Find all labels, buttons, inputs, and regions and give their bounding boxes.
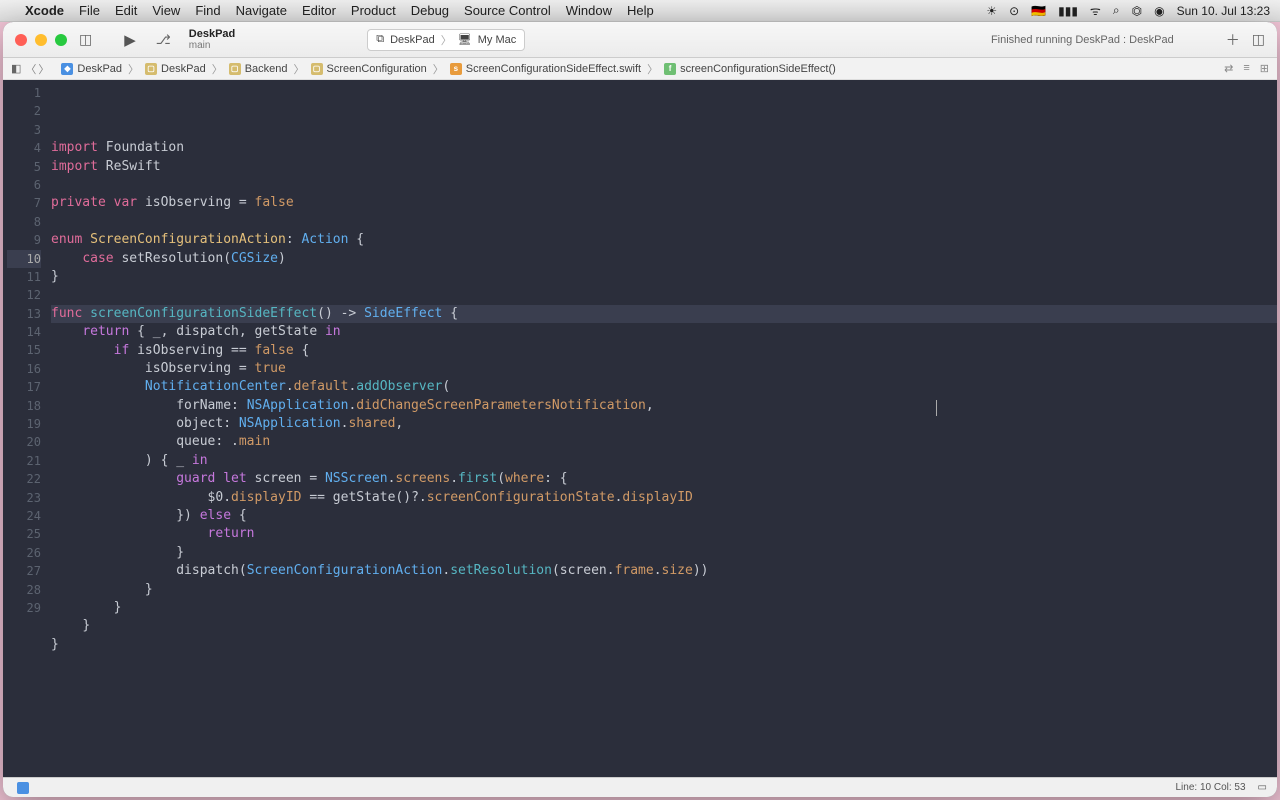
code-line[interactable]: private var isObserving = false bbox=[51, 194, 1277, 212]
wifi-icon[interactable]: ᯤ bbox=[1090, 2, 1101, 19]
siri-icon[interactable]: ◉ bbox=[1154, 4, 1164, 18]
target-device: My Mac bbox=[478, 34, 517, 46]
breadcrumb-folder[interactable]: ▢Backend bbox=[229, 63, 288, 75]
scheme-selector[interactable]: DeskPad main bbox=[189, 28, 235, 51]
flag-icon[interactable]: 🇩🇪 bbox=[1031, 4, 1046, 18]
mac-menubar: Xcode File Edit View Find Navigate Edito… bbox=[0, 0, 1280, 22]
code-line[interactable]: guard let screen = NSScreen.screens.firs… bbox=[51, 470, 1277, 488]
toolbar: ◫ ▶ ⎇ DeskPad main ⧉ DeskPad 〉 🖥 My Mac … bbox=[3, 22, 1277, 58]
minimize-button[interactable] bbox=[35, 34, 47, 46]
app-icon: ⧉ bbox=[376, 33, 384, 46]
menu-window[interactable]: Window bbox=[566, 3, 612, 18]
menu-find[interactable]: Find bbox=[195, 3, 220, 18]
menu-product[interactable]: Product bbox=[351, 3, 396, 18]
code-line[interactable]: ) { _ in bbox=[51, 452, 1277, 470]
code-line[interactable]: } bbox=[51, 268, 1277, 286]
add-editor-icon[interactable]: ⊞ bbox=[1260, 62, 1269, 75]
code-editor[interactable]: 1234567891011121314151617181920212223242… bbox=[3, 80, 1277, 777]
breadcrumb-folder-2[interactable]: ▢ScreenConfiguration bbox=[311, 63, 427, 75]
target-app: DeskPad bbox=[390, 34, 435, 46]
menu-help[interactable]: Help bbox=[627, 3, 654, 18]
code-line[interactable] bbox=[51, 213, 1277, 231]
add-tab-icon[interactable]: ＋ bbox=[1226, 30, 1240, 50]
bottom-bar: Line: 10 Col: 53 ▭ bbox=[3, 777, 1277, 797]
code-line[interactable] bbox=[51, 176, 1277, 194]
code-line[interactable]: return bbox=[51, 525, 1277, 543]
code-line[interactable]: forName: NSApplication.didChangeScreenPa… bbox=[51, 397, 1277, 415]
code-line[interactable]: queue: .main bbox=[51, 433, 1277, 451]
menu-edit[interactable]: Edit bbox=[115, 3, 137, 18]
code-line[interactable]: dispatch(ScreenConfigurationAction.setRe… bbox=[51, 562, 1277, 580]
code-line[interactable]: } bbox=[51, 599, 1277, 617]
scheme-title: DeskPad bbox=[189, 28, 235, 40]
line-gutter: 1234567891011121314151617181920212223242… bbox=[3, 80, 51, 777]
close-button[interactable] bbox=[15, 34, 27, 46]
device-icon: 🖥 bbox=[458, 33, 472, 46]
xcode-window: ◫ ▶ ⎇ DeskPad main ⧉ DeskPad 〉 🖥 My Mac … bbox=[3, 22, 1277, 797]
code-area[interactable]: import Foundationimport ReSwift private v… bbox=[51, 80, 1277, 777]
sidebar-toggle-icon[interactable]: ◫ bbox=[79, 31, 92, 48]
code-line[interactable]: enum ScreenConfigurationAction: Action { bbox=[51, 231, 1277, 249]
breadcrumb-symbol[interactable]: fscreenConfigurationSideEffect() bbox=[664, 63, 836, 75]
window-controls bbox=[15, 34, 67, 46]
back-button[interactable]: 〈 bbox=[25, 61, 36, 77]
code-line[interactable]: object: NSApplication.shared, bbox=[51, 415, 1277, 433]
scheme-branch: main bbox=[189, 40, 235, 51]
code-line[interactable]: $0.displayID == getState()?.screenConfig… bbox=[51, 489, 1277, 507]
timer-icon[interactable]: ⊙ bbox=[1009, 4, 1019, 18]
code-line[interactable]: case setResolution(CGSize) bbox=[51, 250, 1277, 268]
related-items-icon[interactable]: ◧ bbox=[11, 62, 21, 75]
code-line[interactable]: isObserving = true bbox=[51, 360, 1277, 378]
branch-icon[interactable]: ⎇ bbox=[156, 32, 171, 48]
code-line[interactable]: import Foundation bbox=[51, 139, 1277, 157]
library-icon[interactable]: ◫ bbox=[1252, 31, 1265, 48]
adjust-editor-icon[interactable]: ≡ bbox=[1243, 62, 1249, 75]
code-line[interactable]: } bbox=[51, 581, 1277, 599]
code-line[interactable]: }) else { bbox=[51, 507, 1277, 525]
menu-source-control[interactable]: Source Control bbox=[464, 3, 551, 18]
brightness-icon[interactable]: ☀ bbox=[986, 4, 997, 18]
breadcrumb-file[interactable]: sScreenConfigurationSideEffect.swift bbox=[450, 63, 641, 75]
code-line[interactable]: } bbox=[51, 544, 1277, 562]
menu-debug[interactable]: Debug bbox=[411, 3, 449, 18]
code-line[interactable]: func screenConfigurationSideEffect() -> … bbox=[51, 305, 1277, 323]
code-line[interactable]: import ReSwift bbox=[51, 158, 1277, 176]
bottom-panel-icon[interactable]: ▭ bbox=[1258, 782, 1267, 793]
code-line[interactable]: } bbox=[51, 636, 1277, 654]
search-icon[interactable]: ⌕ bbox=[1113, 3, 1120, 18]
menu-navigate[interactable]: Navigate bbox=[236, 3, 287, 18]
code-line[interactable]: } bbox=[51, 617, 1277, 635]
debug-area-toggle-icon[interactable] bbox=[17, 782, 29, 794]
activity-status: Finished running DeskPad : DeskPad bbox=[991, 34, 1174, 46]
code-line[interactable]: if isObserving == false { bbox=[51, 342, 1277, 360]
jump-bar: ◧ 〈 〉 ◆DeskPad 〉 ▢DeskPad 〉 ▢Backend 〉 ▢… bbox=[3, 58, 1277, 80]
forward-button[interactable]: 〉 bbox=[38, 61, 49, 77]
battery-icon[interactable]: ▮▮▮ bbox=[1058, 4, 1078, 18]
code-line[interactable]: return { _, dispatch, getState in bbox=[51, 323, 1277, 341]
menu-editor[interactable]: Editor bbox=[302, 3, 336, 18]
code-line[interactable] bbox=[51, 286, 1277, 304]
text-cursor-icon bbox=[936, 400, 937, 416]
breadcrumb-group[interactable]: ▢DeskPad bbox=[145, 63, 206, 75]
code-line[interactable]: NotificationCenter.default.addObserver( bbox=[51, 378, 1277, 396]
clock[interactable]: Sun 10. Jul 13:23 bbox=[1177, 4, 1270, 18]
cursor-position: Line: 10 Col: 53 bbox=[1175, 782, 1245, 793]
editor-options-icon[interactable]: ⇄ bbox=[1224, 62, 1233, 75]
menu-view[interactable]: View bbox=[152, 3, 180, 18]
run-button[interactable]: ▶ bbox=[124, 31, 136, 49]
menu-file[interactable]: File bbox=[79, 3, 100, 18]
run-destination[interactable]: ⧉ DeskPad 〉 🖥 My Mac bbox=[367, 29, 525, 51]
zoom-button[interactable] bbox=[55, 34, 67, 46]
app-menu[interactable]: Xcode bbox=[25, 3, 64, 18]
code-line[interactable] bbox=[51, 654, 1277, 672]
breadcrumb-project[interactable]: ◆DeskPad bbox=[61, 63, 122, 75]
control-center-icon[interactable]: ⏣ bbox=[1132, 4, 1142, 18]
